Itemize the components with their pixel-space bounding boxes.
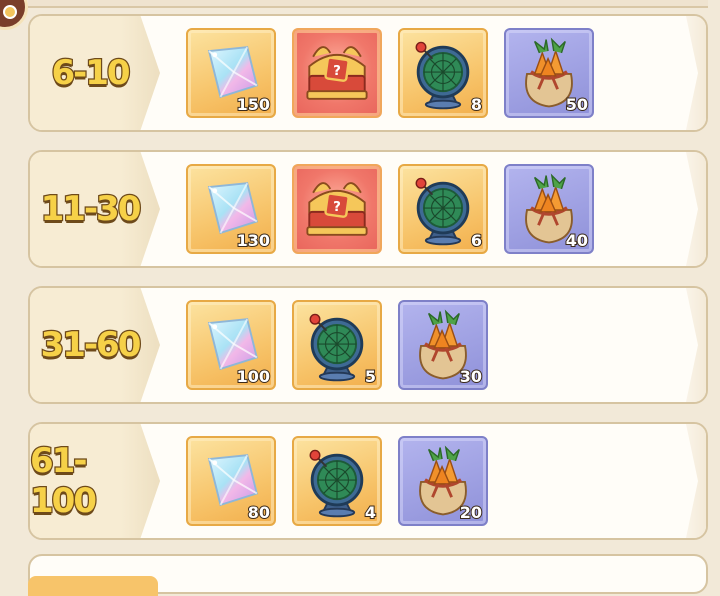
reward-slot-crystal[interactable]: 150 bbox=[186, 28, 276, 118]
row-decoration bbox=[686, 288, 706, 402]
reward-items: 100 5 30 bbox=[186, 300, 488, 392]
reward-slot-compass[interactable]: 6 bbox=[398, 164, 488, 254]
reward-items: 80 4 20 bbox=[186, 436, 488, 528]
reward-slot-chest[interactable]: ? bbox=[292, 164, 382, 254]
reward-slot-carrot-sack[interactable]: 40 bbox=[504, 164, 594, 254]
reward-items: 130 ? 6 40 bbox=[186, 164, 594, 256]
reward-slot-carrot-sack[interactable]: 20 bbox=[398, 436, 488, 526]
row-decoration bbox=[686, 152, 706, 266]
reward-slot-compass[interactable]: 5 bbox=[292, 300, 382, 390]
reward-slot-crystal[interactable]: 80 bbox=[186, 436, 276, 526]
reward-slot-compass[interactable]: 4 bbox=[292, 436, 382, 526]
reward-count: 130 bbox=[236, 230, 271, 251]
reward-count: 4 bbox=[364, 502, 377, 523]
reward-count: 8 bbox=[470, 94, 483, 115]
rank-row: 61-100 80 4 20 bbox=[28, 422, 708, 540]
rank-row: 11-30 130 ? 6 40 bbox=[28, 150, 708, 268]
reward-slot-chest[interactable]: ? bbox=[292, 28, 382, 118]
reward-slot-carrot-sack[interactable]: 30 bbox=[398, 300, 488, 390]
reward-count: 40 bbox=[565, 230, 589, 251]
next-row-tab bbox=[28, 576, 158, 596]
rank-range-label: 6-10 bbox=[50, 52, 132, 95]
reward-count: 6 bbox=[470, 230, 483, 251]
reward-count: 100 bbox=[236, 366, 271, 387]
reward-count: 80 bbox=[247, 502, 271, 523]
rank-range-label: 11-30 bbox=[39, 188, 142, 231]
row-decoration bbox=[686, 424, 706, 538]
reward-count: 50 bbox=[565, 94, 589, 115]
reward-slot-carrot-sack[interactable]: 50 bbox=[504, 28, 594, 118]
svg-text:?: ? bbox=[333, 200, 341, 215]
reward-slot-crystal[interactable]: 100 bbox=[186, 300, 276, 390]
rank-range-label: 31-60 bbox=[39, 324, 142, 367]
previous-row-edge bbox=[28, 0, 708, 8]
reward-count: 150 bbox=[236, 94, 271, 115]
reward-count: 20 bbox=[459, 502, 483, 523]
svg-text:?: ? bbox=[333, 64, 341, 79]
rank-range-label: 61-100 bbox=[30, 440, 98, 523]
reward-slot-crystal[interactable]: 130 bbox=[186, 164, 276, 254]
avatar[interactable] bbox=[0, 0, 28, 30]
reward-count: 30 bbox=[459, 366, 483, 387]
reward-items: 150 ? 8 50 bbox=[186, 28, 594, 120]
rank-row: 6-10 150 ? 8 50 bbox=[28, 14, 708, 132]
row-decoration bbox=[686, 16, 706, 130]
reward-count: 5 bbox=[364, 366, 377, 387]
rank-row: 31-60 100 5 30 bbox=[28, 286, 708, 404]
reward-slot-compass[interactable]: 8 bbox=[398, 28, 488, 118]
